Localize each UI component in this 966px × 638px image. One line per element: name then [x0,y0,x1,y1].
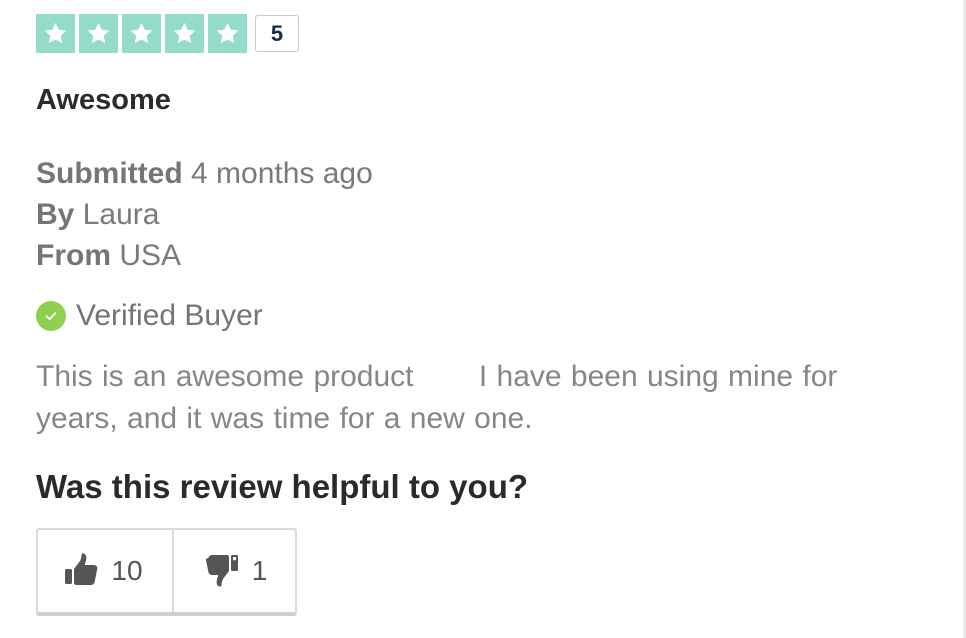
review-meta: Submitted 4 months ago By Laura From USA [36,153,936,276]
star-icon [122,14,161,53]
review-card: 5 Awesome Submitted 4 months ago By Laur… [36,14,936,616]
verified-buyer-badge: Verified Buyer [36,296,936,336]
star-icon [36,14,75,53]
review-body-text: This is an awesome product I have been u… [36,360,847,435]
helpful-question: Was this review helpful to you? [36,468,529,505]
star-rating [36,14,247,53]
author-label: By [36,198,75,231]
upvote-button[interactable]: 10 [38,530,174,612]
review-title: Awesome [36,84,171,116]
submitted-value: 4 months ago [191,157,373,190]
check-circle-icon [36,301,66,331]
downvote-button[interactable]: 1 [174,530,295,612]
rating-score-badge: 5 [255,15,299,52]
review-body: This is an awesome product I have been u… [36,356,896,440]
thumbs-up-icon [65,553,98,585]
submitted-label: Submitted [36,157,183,190]
verified-buyer-label: Verified Buyer [76,299,263,332]
downvote-count: 1 [251,555,268,586]
location-line: From USA [36,235,936,276]
author-line: By Laura [36,194,936,235]
star-icon [208,14,247,53]
rating-row: 5 [36,14,936,53]
author-name: Laura [82,198,160,231]
location-label: From [36,239,111,272]
helpful-vote-group: 10 1 [36,528,297,616]
thumbs-down-icon [205,555,238,587]
submitted-line: Submitted 4 months ago [36,153,936,194]
location-value: USA [119,239,182,272]
star-icon [165,14,204,53]
star-icon [79,14,118,53]
upvote-count: 10 [111,555,143,586]
